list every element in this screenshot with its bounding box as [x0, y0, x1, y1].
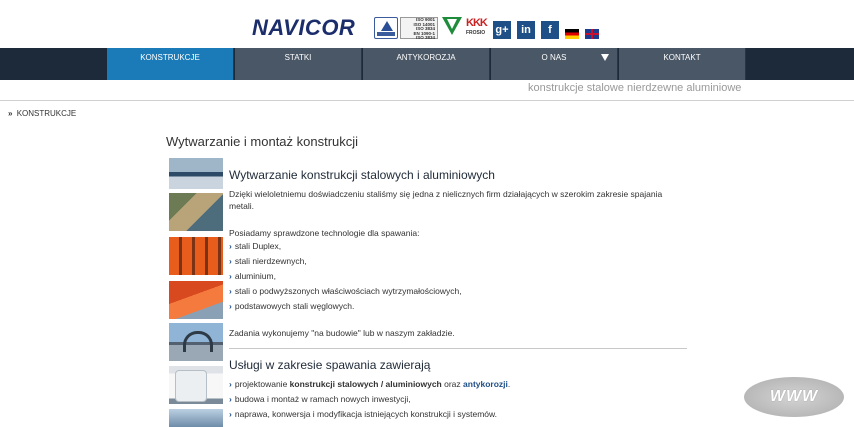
list-item-text: projektowanie: [234, 379, 290, 389]
thumbnail-image[interactable]: [169, 193, 223, 231]
www-badge[interactable]: WWW: [744, 377, 844, 417]
iso-certification-badge: ISO 9001 ISO 14001 ISO 3834 EN 1090-1 IS…: [400, 17, 438, 40]
nav-item-antykorozja[interactable]: Antykorozja: [363, 48, 490, 80]
site-header: NAVICOR ISO 9001 ISO 14001 ISO 3834 EN 1…: [0, 0, 854, 48]
nav-item-label: O nas: [541, 53, 567, 62]
arrow-icon: ›: [229, 301, 232, 311]
list-item: › naprawa, konwersja i modyfikacja istnie…: [229, 409, 497, 419]
section-title: Wytwarzanie konstrukcji stalowych i alum…: [229, 168, 495, 182]
list-item-text: oraz: [441, 379, 464, 389]
list-item-text: stali nierdzewnych,: [234, 256, 307, 266]
thumbnail-image[interactable]: [169, 281, 223, 319]
list-item: › budowa i montaż w ramach nowych inwesty…: [229, 394, 411, 404]
header-divider: [0, 100, 854, 101]
list-item-text: aluminium,: [234, 271, 276, 281]
list-item-text: .: [507, 379, 511, 389]
arrow-icon: ›: [229, 256, 232, 266]
thumbnail-image[interactable]: [169, 366, 223, 404]
main-navigation: Konstrukcje Statki Antykorozja O nas Kon…: [0, 48, 854, 80]
list-item: › stali o podwyższonych właściwościach wy…: [229, 286, 462, 296]
antykorozja-link[interactable]: antykorozji: [463, 379, 508, 389]
arrow-icon: ›: [229, 379, 232, 389]
frosio-logo: KKK FROSIO: [466, 17, 488, 39]
frosio-mark: KKK: [466, 17, 488, 29]
site-tagline: konstrukcje stalowe nierdzewne aluminiow…: [528, 82, 742, 94]
facebook-icon[interactable]: f: [541, 21, 559, 39]
list-item: › stali nierdzewnych,: [229, 256, 307, 266]
breadcrumb-separator: »: [8, 109, 13, 118]
section-divider: [229, 348, 687, 349]
navicor-logo[interactable]: NAVICOR: [252, 17, 370, 39]
list-item: › aluminium,: [229, 271, 276, 281]
breadcrumb: » KONSTRUKCJE: [8, 109, 76, 118]
thumbnail-image[interactable]: [169, 237, 223, 275]
thumbnail-image[interactable]: [169, 323, 223, 361]
english-flag-icon[interactable]: [585, 29, 599, 39]
thumbnail-image[interactable]: [169, 409, 223, 427]
list-item-text: stali Duplex,: [234, 241, 282, 251]
section-outro: Zadania wykonujemy "na budowie" lub w na…: [229, 328, 455, 338]
arrow-icon: ›: [229, 394, 232, 404]
tech-intro: Posiadamy sprawdzone technologie dla spa…: [229, 228, 420, 238]
linkedin-icon[interactable]: in: [517, 21, 535, 39]
arrow-icon: ›: [229, 286, 232, 296]
section-intro: Dzięki wieloletniemu doświadczeniu stali…: [229, 189, 663, 211]
thumbnail-image[interactable]: [169, 158, 223, 189]
iso-line: ISO 3834: [415, 35, 435, 40]
list-item-text: budowa i montaż w ramach nowych inwestyc…: [234, 394, 411, 404]
nav-item-statki[interactable]: Statki: [235, 48, 362, 80]
breadcrumb-current[interactable]: KONSTRUKCJE: [17, 109, 77, 118]
list-item: › stali Duplex,: [229, 241, 281, 251]
list-item-text: stali o podwyższonych właściwościach wyt…: [234, 286, 462, 296]
arrow-icon: ›: [229, 271, 232, 281]
list-item-text: podstawowych stali węglowych.: [234, 301, 355, 311]
google-plus-icon[interactable]: g+: [493, 21, 511, 39]
arrow-icon: ›: [229, 409, 232, 419]
dropdown-caret-icon: [601, 54, 609, 61]
nav-item-o-nas[interactable]: O nas: [491, 48, 618, 80]
section-title: Usługi w zakresie spawania zawierają: [229, 358, 431, 372]
german-flag-icon[interactable]: [565, 29, 579, 39]
list-item: › projektowanie konstrukcji stalowych / a…: [229, 379, 510, 389]
list-item-text: naprawa, konwersja i modyfikacja istniej…: [234, 409, 498, 419]
nav-item-konstrukcje[interactable]: Konstrukcje: [107, 48, 234, 80]
frosio-text: FROSIO: [466, 30, 486, 36]
nav-item-kontakt[interactable]: Kontakt: [619, 48, 746, 80]
green-v-certification-icon: [442, 17, 462, 39]
list-item: › podstawowych stali węglowych.: [229, 301, 354, 311]
tuv-certification-icon: [374, 17, 398, 39]
page-title: Wytwarzanie i montaż konstrukcji: [166, 134, 359, 149]
list-item-bold: konstrukcji stalowych / aluminiowych: [289, 379, 442, 389]
arrow-icon: ›: [229, 241, 232, 251]
